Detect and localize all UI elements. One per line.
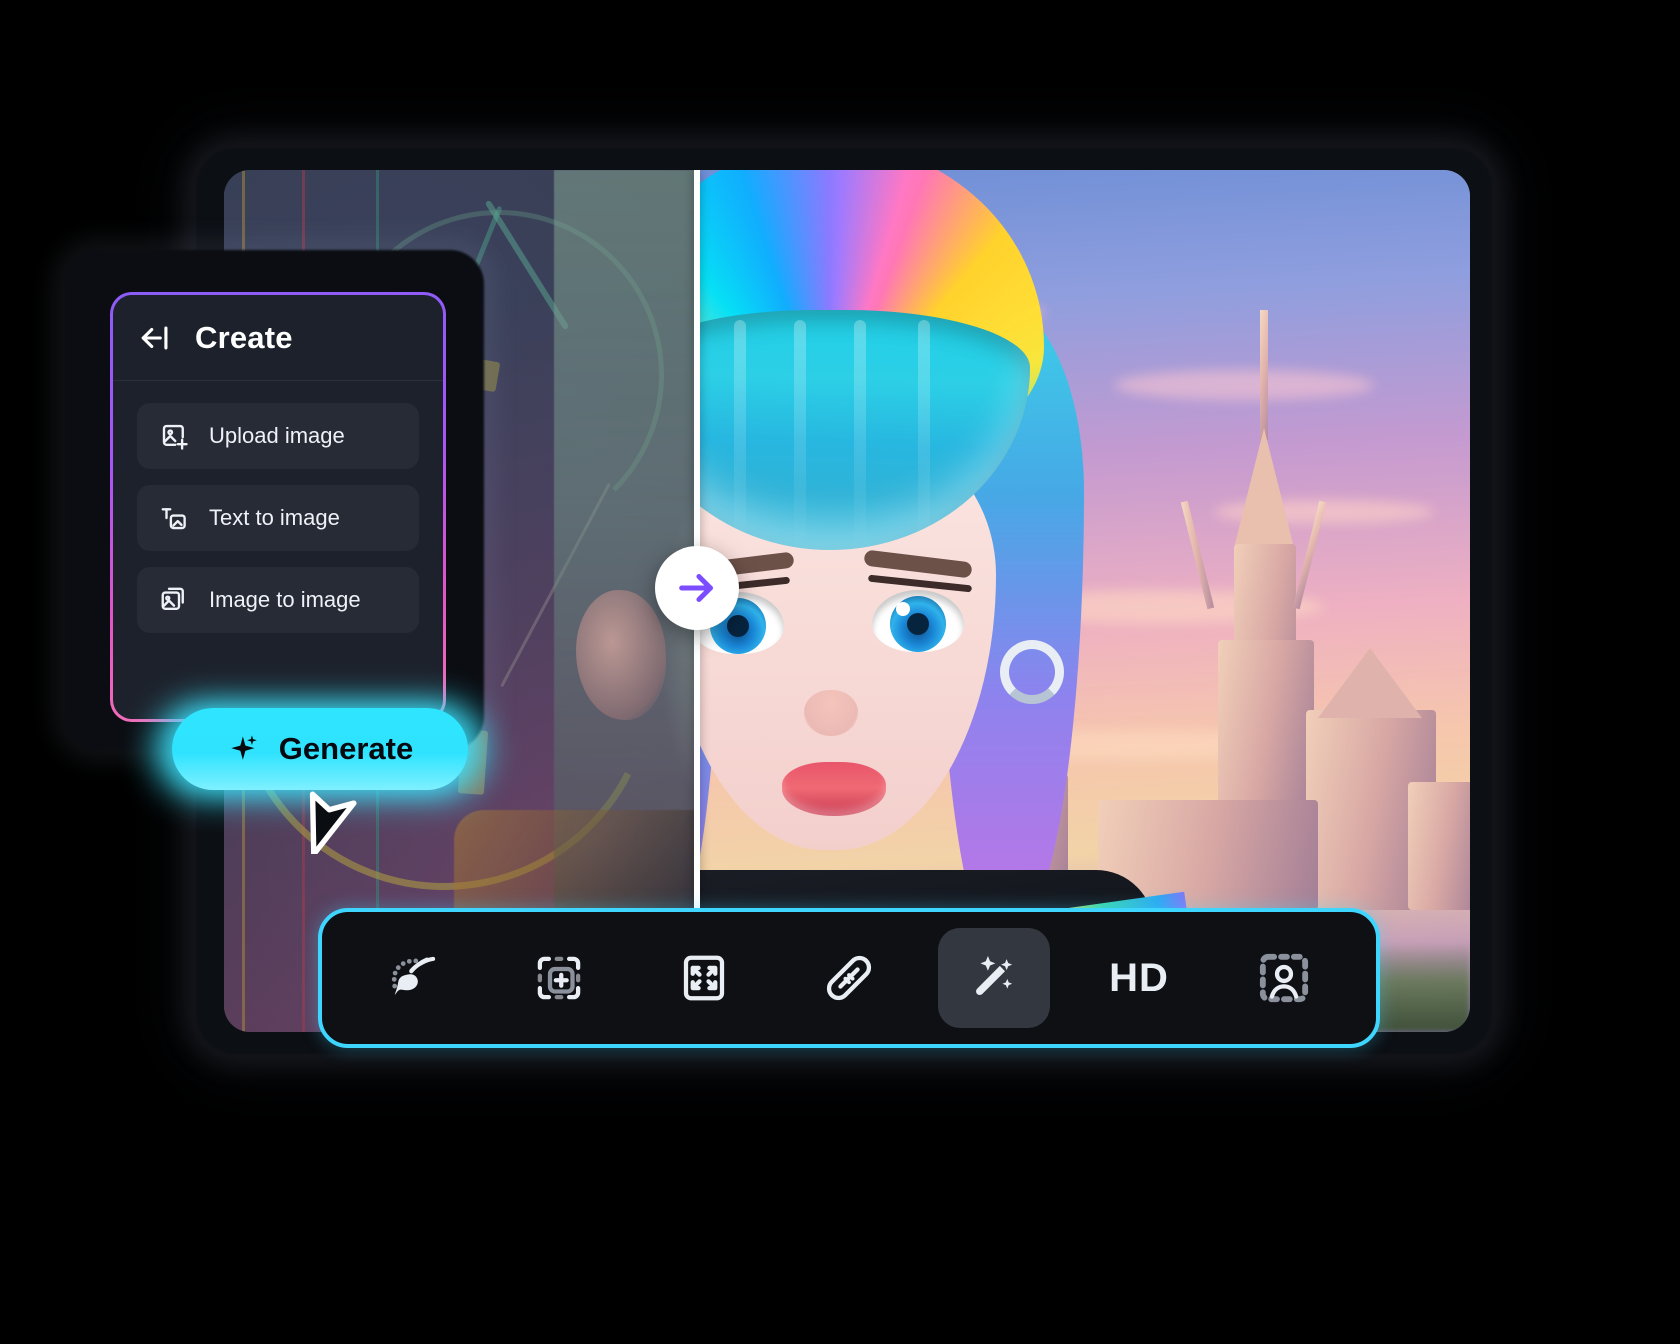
toolbar-item-hd[interactable]: HD (1083, 928, 1195, 1028)
editor-toolbar: HD (318, 908, 1380, 1048)
option-label: Text to image (209, 505, 340, 530)
option-label: Image to image (209, 587, 361, 612)
comparison-divider[interactable] (655, 170, 739, 1032)
option-text-to-image[interactable]: Text to image (137, 485, 419, 551)
toolbar-item-paint-brush[interactable] (358, 928, 470, 1028)
toolbar-item-bandage-heal[interactable] (793, 928, 905, 1028)
toolbar-item-add-object[interactable] (503, 928, 615, 1028)
mouse-pointer-icon (309, 791, 357, 854)
add-object-icon (537, 956, 581, 1000)
image-to-image-icon (161, 587, 184, 610)
portrait-select-icon (1259, 953, 1309, 1003)
hd-text-icon: HD (1109, 955, 1169, 1000)
generate-button-label: Generate (278, 731, 414, 766)
toolbar-item-portrait-select[interactable] (1228, 928, 1340, 1028)
option-image-to-image[interactable]: Image to image (137, 567, 419, 633)
expand-frame-icon (683, 955, 725, 1001)
create-panel: Create Upload image Text to image Image … (110, 292, 446, 722)
option-label: Upload image (209, 423, 345, 448)
create-panel-header: Create (113, 295, 443, 381)
text-to-image-icon (161, 508, 186, 530)
after-image (694, 170, 1470, 1032)
upload-image-icon (162, 424, 188, 450)
option-upload-image[interactable]: Upload image (137, 403, 419, 469)
magic-wand-icon (976, 955, 1013, 996)
toolbar-item-magic-wand[interactable] (938, 928, 1050, 1028)
page-title: Create (195, 319, 293, 355)
after-subject (694, 170, 1201, 1032)
toolbar-item-expand-frame[interactable] (648, 928, 760, 1028)
back-arrow-icon[interactable] (139, 321, 173, 355)
screenshot-root: Create Upload image Text to image Image … (0, 0, 1680, 1344)
paint-brush-icon (391, 956, 436, 995)
arrow-right-icon (679, 574, 713, 602)
create-options-list: Upload image Text to image Image to imag… (113, 381, 443, 655)
sparkle-icon (231, 735, 257, 760)
bandage-heal-icon (826, 955, 872, 1001)
comparison-handle-button[interactable] (655, 546, 739, 630)
